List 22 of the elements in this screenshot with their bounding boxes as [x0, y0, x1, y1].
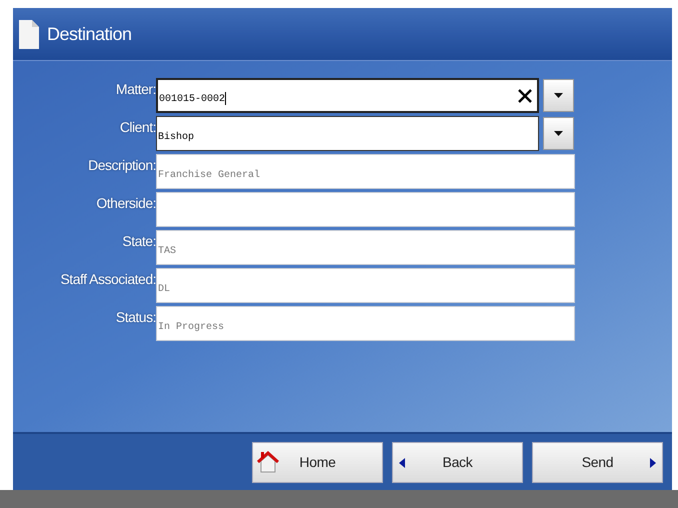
field-label: Otherside:	[95, 194, 156, 213]
field-label: Description:	[87, 156, 156, 175]
dropdown-button[interactable]	[543, 79, 574, 112]
field-label: Client:	[118, 118, 156, 137]
dropdown-button[interactable]	[543, 117, 574, 150]
house-icon	[257, 450, 279, 472]
back-button[interactable]: Back	[392, 442, 523, 482]
send-button[interactable]: Send	[532, 442, 663, 482]
field-label: State:	[121, 232, 156, 251]
left-arrow-icon	[399, 458, 405, 468]
caret-icon	[554, 131, 563, 136]
caret-icon	[554, 93, 563, 98]
right-arrow-icon	[650, 458, 656, 468]
combo-field[interactable]: Bishop	[156, 116, 539, 151]
document-icon	[19, 20, 39, 48]
home-button[interactable]: Home	[252, 442, 383, 482]
field-label: Matter:	[114, 80, 156, 99]
clear-icon[interactable]	[518, 88, 532, 102]
field-label: Status:	[114, 308, 156, 327]
window-title: Destination	[47, 22, 132, 46]
field-label: Staff Associated:	[59, 270, 156, 289]
combo-field[interactable]: 001015-0002	[156, 78, 539, 113]
